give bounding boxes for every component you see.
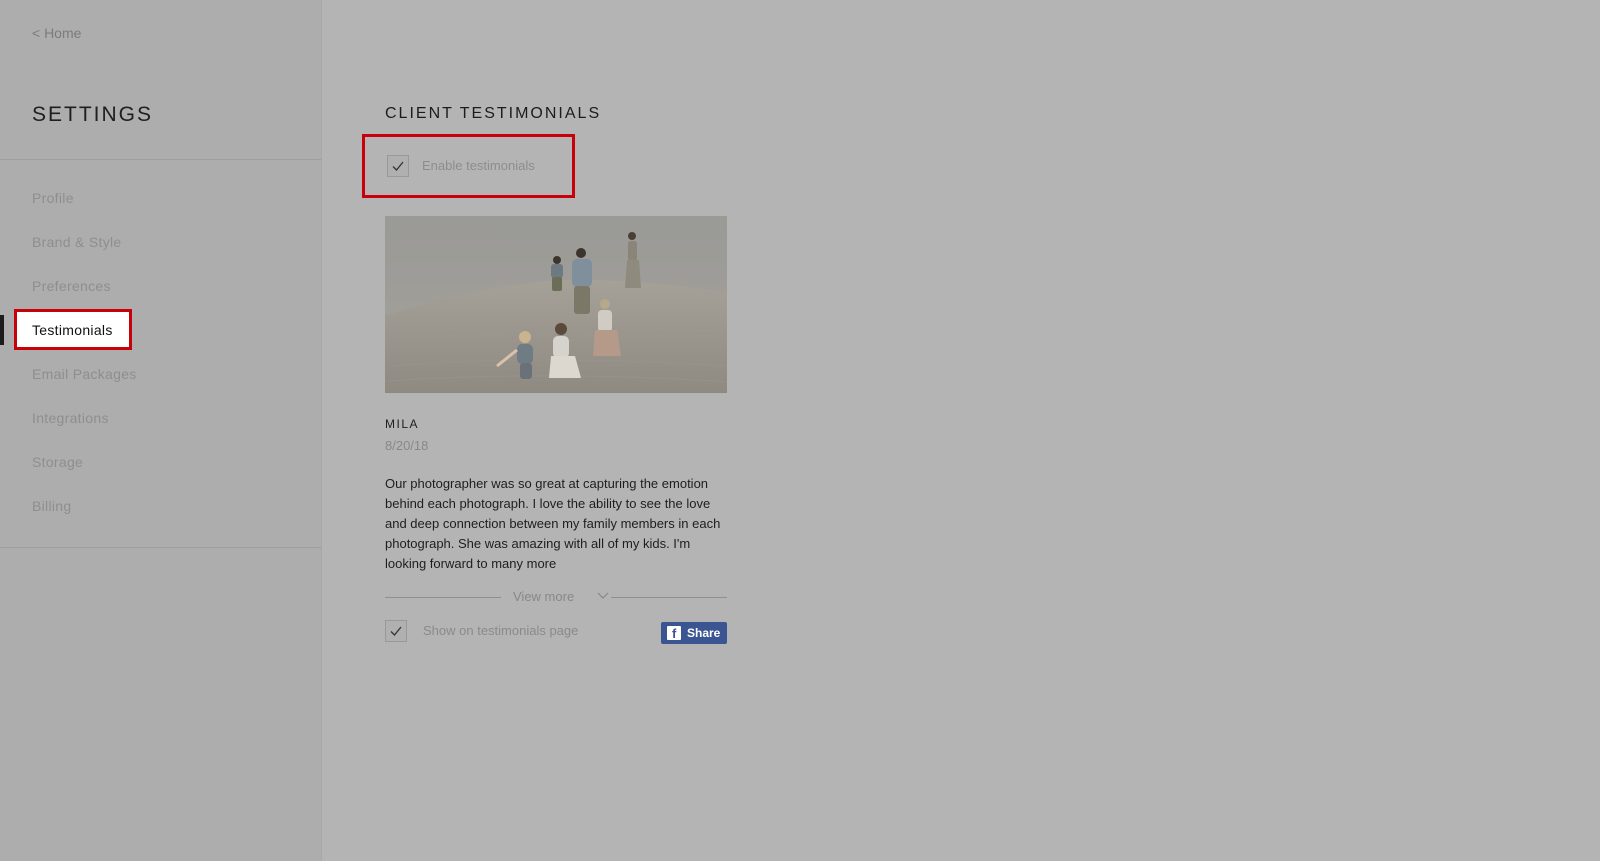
view-more-link[interactable]: View more (513, 589, 574, 604)
sidebar-divider (0, 159, 321, 160)
main-content: CLIENT TESTIMONIALS Enable testimonials (322, 0, 1600, 861)
enable-testimonials-checkbox[interactable] (387, 155, 409, 177)
sidebar-item-billing[interactable]: Billing (0, 484, 321, 528)
view-more-row: View more (385, 589, 727, 605)
enable-testimonials-highlight: Enable testimonials (362, 134, 575, 198)
checkmark-icon (392, 161, 404, 171)
sidebar-item-profile[interactable]: Profile (0, 176, 321, 220)
home-link[interactable]: < Home (32, 25, 81, 41)
testimonial-text: Our photographer was so great at capturi… (385, 476, 721, 571)
sidebar-item-integrations[interactable]: Integrations (0, 396, 321, 440)
divider-line (385, 597, 501, 598)
show-on-testimonials-checkbox[interactable] (385, 620, 407, 642)
facebook-icon: f (667, 626, 681, 641)
sidebar-item-label: Integrations (32, 410, 109, 426)
settings-nav: Profile Brand & Style Preferences Testim… (0, 176, 321, 528)
sidebar-item-label: Billing (32, 498, 72, 514)
sidebar-item-preferences[interactable]: Preferences (0, 264, 321, 308)
sidebar-item-label: Profile (32, 190, 74, 206)
sidebar-item-label: Testimonials (32, 322, 113, 338)
active-indicator (0, 315, 4, 345)
divider-line (611, 597, 727, 598)
testimonial-photo (385, 216, 727, 393)
client-name: MILA (385, 417, 420, 431)
share-label: Share (687, 626, 721, 640)
settings-title: SETTINGS (32, 103, 154, 126)
section-title: CLIENT TESTIMONIALS (385, 105, 602, 122)
chevron-down-icon[interactable] (597, 591, 609, 601)
enable-testimonials-label: Enable testimonials (422, 158, 535, 173)
sidebar-item-storage[interactable]: Storage (0, 440, 321, 484)
testimonial-date: 8/20/18 (385, 438, 429, 453)
settings-sidebar: < Home SETTINGS Profile Brand & Style Pr… (0, 0, 322, 861)
sidebar-item-brand-style[interactable]: Brand & Style (0, 220, 321, 264)
sidebar-item-email-packages[interactable]: Email Packages (0, 352, 321, 396)
sidebar-item-label: Email Packages (32, 366, 137, 382)
checkmark-icon (390, 626, 402, 636)
sidebar-item-label: Brand & Style (32, 234, 122, 250)
sidebar-divider (0, 547, 321, 548)
show-on-testimonials-label: Show on testimonials page (423, 623, 579, 638)
sidebar-item-testimonials[interactable]: Testimonials (0, 308, 321, 352)
facebook-share-button[interactable]: f Share (661, 622, 727, 644)
sidebar-item-label: Storage (32, 454, 84, 470)
sidebar-item-label: Preferences (32, 278, 111, 294)
